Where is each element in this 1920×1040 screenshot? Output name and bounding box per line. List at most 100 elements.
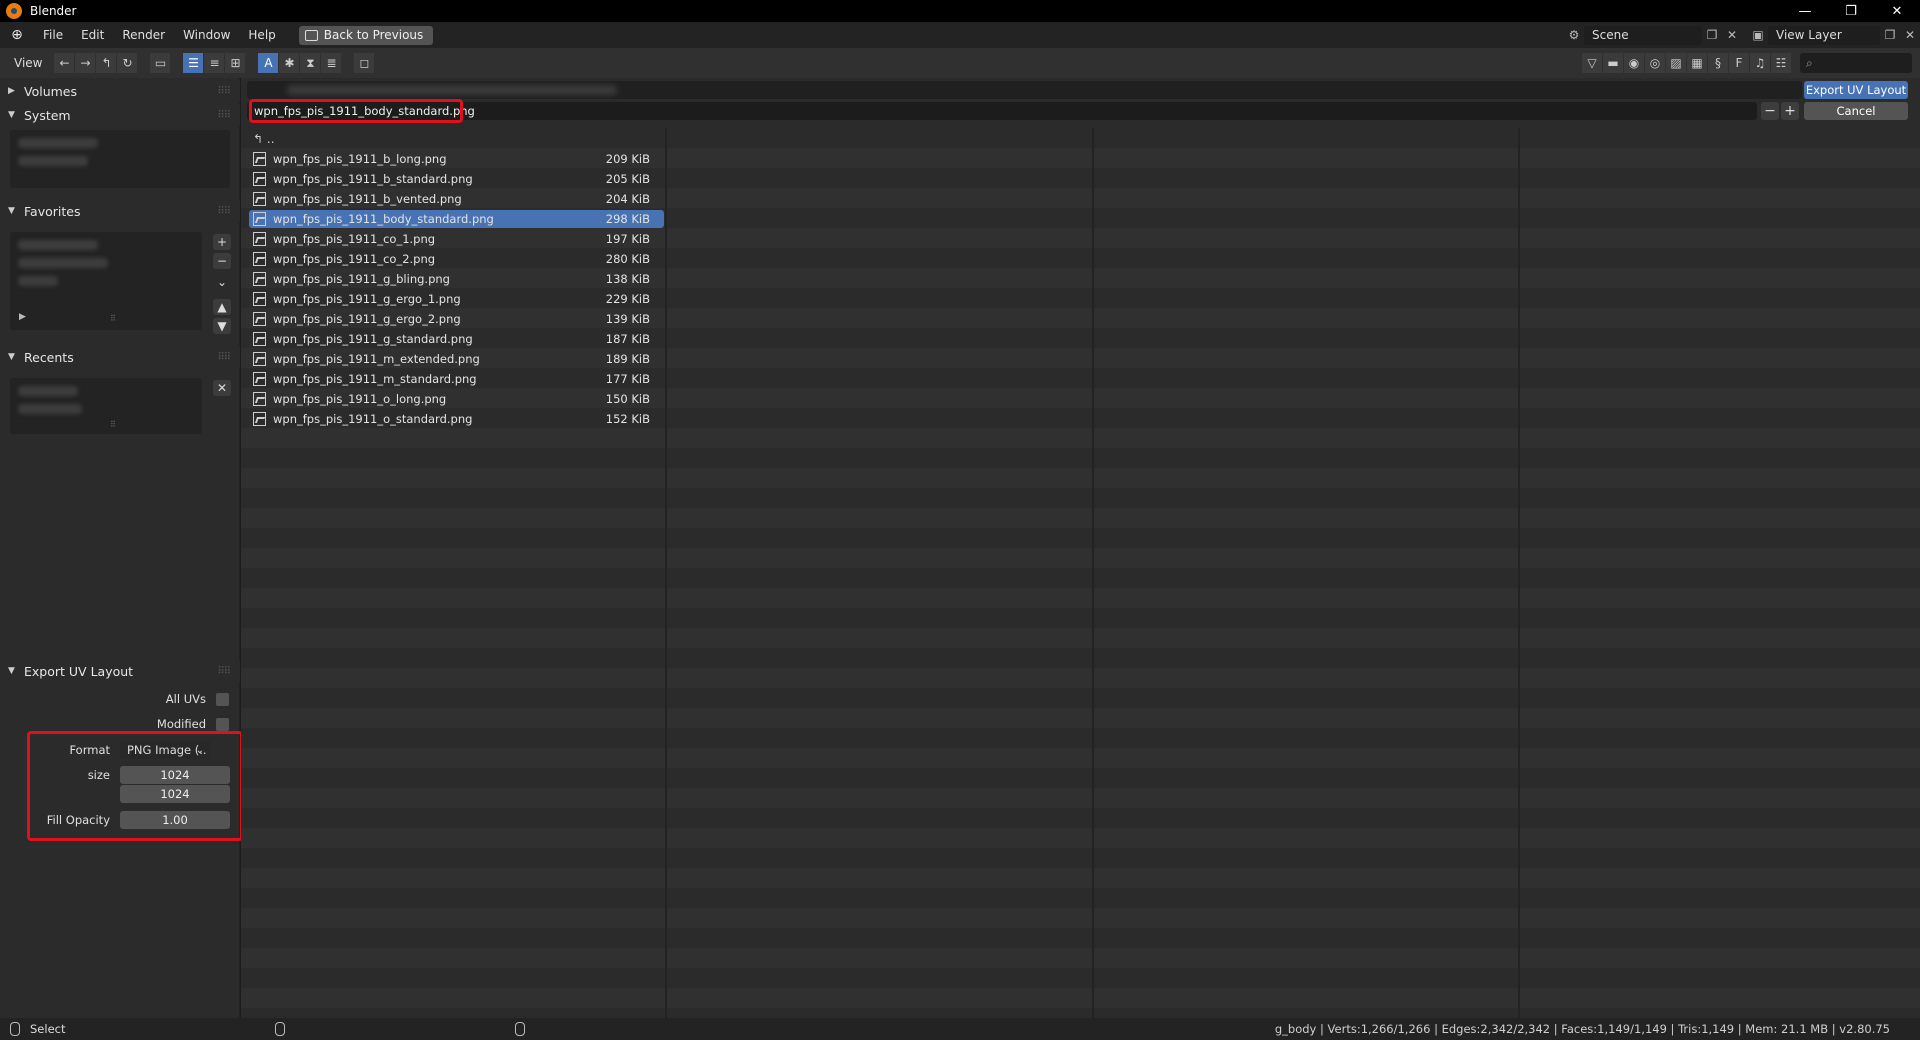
sort-alpha-icon[interactable]: A <box>258 53 279 73</box>
list-vertical-icon[interactable]: ☰ <box>183 53 204 73</box>
list-horizontal-icon[interactable]: ≡ <box>204 53 225 73</box>
recent-item[interactable] <box>18 404 82 414</box>
file-row[interactable]: wpn_fps_pis_1911_m_standard.png 177 KiB <box>249 370 664 388</box>
blender-menu-icon[interactable]: ⊕ <box>8 26 26 44</box>
menu-window[interactable]: Window <box>174 22 239 48</box>
parent-directory-row[interactable]: ↰ .. <box>253 132 275 146</box>
filter-movie-icon[interactable]: ▦ <box>1687 53 1707 73</box>
sort-time-icon[interactable]: ⧗ <box>300 53 321 73</box>
file-row[interactable]: wpn_fps_pis_1911_b_vented.png 204 KiB <box>249 190 664 208</box>
delete-scene-icon[interactable]: ✕ <box>1722 26 1742 45</box>
move-down-button[interactable]: ▼ <box>213 318 231 334</box>
all-uvs-checkbox[interactable] <box>216 692 229 706</box>
menu-file[interactable]: File <box>34 22 72 48</box>
recents-panel-header[interactable]: ▼ Recents ⠿⠿ <box>0 346 240 368</box>
file-row[interactable]: wpn_fps_pis_1911_co_1.png 197 KiB <box>249 230 664 248</box>
favorites-panel-header[interactable]: ▼ Favorites ⠿⠿ <box>0 200 240 222</box>
new-folder-icon[interactable]: ▭ <box>150 53 171 73</box>
favorite-item[interactable] <box>18 276 58 286</box>
favorites-title: Favorites <box>24 203 81 219</box>
file-row[interactable]: wpn_fps_pis_1911_o_standard.png 152 KiB <box>249 410 664 428</box>
add-favorite-button[interactable]: + <box>213 234 231 250</box>
refresh-icon[interactable]: ↻ <box>117 53 138 73</box>
directory-path-field[interactable] <box>247 81 1802 99</box>
file-browser-main: Export UV Layout wpn_fps_pis_1911_body_s… <box>241 78 1920 1018</box>
filter-folder-icon[interactable]: ▬ <box>1603 53 1623 73</box>
filter-blend-icon[interactable]: ◉ <box>1624 53 1644 73</box>
new-view-layer-icon[interactable]: ❐ <box>1880 26 1900 45</box>
resize-grip-icon[interactable]: ⠿ <box>110 420 116 429</box>
filter-sound-icon[interactable]: ♫ <box>1750 53 1770 73</box>
favorites-menu-icon[interactable]: ⌄ <box>213 274 231 290</box>
filter-font-icon[interactable]: F <box>1729 53 1749 73</box>
file-row[interactable]: wpn_fps_pis_1911_body_standard.png 298 Ki… <box>249 210 664 228</box>
expand-arrow-icon[interactable]: ▶ <box>19 312 26 322</box>
menu-render[interactable]: Render <box>113 22 174 48</box>
close-button[interactable]: ✕ <box>1874 0 1920 22</box>
scene-field[interactable]: Scene <box>1584 25 1702 45</box>
restore-button[interactable]: ❐ <box>1828 0 1874 22</box>
thumbnails-icon[interactable]: ⊞ <box>225 53 246 73</box>
filter-icon[interactable]: ▽ <box>1582 53 1602 73</box>
view-menu[interactable]: View <box>14 56 42 70</box>
drag-handle-icon[interactable]: ⠿⠿ <box>217 352 231 363</box>
delete-view-layer-icon[interactable]: ✕ <box>1900 26 1920 45</box>
filter-script-icon[interactable]: § <box>1708 53 1728 73</box>
modified-checkbox[interactable] <box>216 717 229 731</box>
filter-text-icon[interactable]: ☷ <box>1771 53 1791 73</box>
file-row[interactable]: wpn_fps_pis_1911_co_2.png 280 KiB <box>249 250 664 268</box>
file-row[interactable]: wpn_fps_pis_1911_g_ergo_2.png 139 KiB <box>249 310 664 328</box>
scene-selector-area: ⚙ Scene ❐ ✕ ▣ View Layer ❐ ✕ <box>1564 22 1920 48</box>
system-panel-header[interactable]: ▼ System ⠿⠿ <box>0 104 240 126</box>
parent-dir-icon[interactable]: ↰ <box>96 53 117 73</box>
filter-backup-icon[interactable]: ◎ <box>1645 53 1665 73</box>
drag-handle-icon[interactable]: ⠿⠿ <box>217 86 231 97</box>
back-to-previous-button[interactable]: Back to Previous <box>298 25 434 45</box>
clear-recents-button[interactable]: ✕ <box>213 380 231 396</box>
back-arrow-icon[interactable]: ← <box>54 53 75 73</box>
new-scene-icon[interactable]: ❐ <box>1702 26 1722 45</box>
minimize-button[interactable]: — <box>1782 0 1828 22</box>
drag-handle-icon[interactable]: ⠿⠿ <box>217 110 231 121</box>
view-layer-field[interactable]: View Layer <box>1768 25 1880 45</box>
recent-item[interactable] <box>18 386 78 396</box>
file-row[interactable]: wpn_fps_pis_1911_b_long.png 209 KiB <box>249 150 664 168</box>
favorite-item[interactable] <box>18 258 108 268</box>
decrement-filename-button[interactable]: − <box>1761 102 1779 120</box>
favorites-list[interactable]: ▶ ⠿ <box>10 232 202 330</box>
system-item[interactable] <box>18 156 88 166</box>
menu-help[interactable]: Help <box>239 22 284 48</box>
file-row[interactable]: wpn_fps_pis_1911_g_bling.png 138 KiB <box>249 270 664 288</box>
sort-extension-icon[interactable]: ✱ <box>279 53 300 73</box>
menu-edit[interactable]: Edit <box>72 22 113 48</box>
increment-filename-button[interactable]: + <box>1781 102 1799 120</box>
file-row[interactable]: wpn_fps_pis_1911_b_standard.png 205 KiB <box>249 170 664 188</box>
search-input[interactable]: ⌕ <box>1800 53 1912 73</box>
search-icon: ⌕ <box>1806 55 1813 70</box>
export-uv-panel-header[interactable]: ▼ Export UV Layout ⠿⠿ <box>0 660 240 682</box>
drag-handle-icon[interactable]: ⠿⠿ <box>217 666 231 677</box>
file-row[interactable]: wpn_fps_pis_1911_o_long.png 150 KiB <box>249 390 664 408</box>
recents-list[interactable]: ⠿ <box>10 378 202 434</box>
cancel-button[interactable]: Cancel <box>1804 102 1908 120</box>
show-hidden-icon[interactable]: ◻ <box>354 53 375 73</box>
file-row[interactable]: wpn_fps_pis_1911_g_ergo_1.png 229 KiB <box>249 290 664 308</box>
forward-arrow-icon[interactable]: → <box>75 53 96 73</box>
filter-image-icon[interactable]: ▨ <box>1666 53 1686 73</box>
file-row[interactable]: wpn_fps_pis_1911_m_extended.png 189 KiB <box>249 350 664 368</box>
resize-grip-icon[interactable]: ⠿ <box>110 314 116 323</box>
display-mode-buttons: ☰ ≡ ⊞ <box>183 53 246 73</box>
filename-input[interactable]: wpn_fps_pis_1911_body_standard.png <box>247 102 1757 120</box>
remove-favorite-button[interactable]: − <box>213 253 231 269</box>
volumes-panel-header[interactable]: ▶ Volumes ⠿⠿ <box>0 80 240 102</box>
file-row[interactable]: wpn_fps_pis_1911_g_standard.png 187 KiB <box>249 330 664 348</box>
view-layer-icon[interactable]: ▣ <box>1748 26 1768 45</box>
export-uv-layout-button[interactable]: Export UV Layout <box>1804 81 1908 99</box>
system-item[interactable] <box>18 138 98 148</box>
drag-handle-icon[interactable]: ⠿⠿ <box>217 206 231 217</box>
system-list[interactable] <box>10 130 230 188</box>
scene-type-icon[interactable]: ⚙ <box>1564 26 1584 45</box>
favorite-item[interactable] <box>18 240 98 250</box>
move-up-button[interactable]: ▲ <box>213 299 231 315</box>
sort-size-icon[interactable]: ≣ <box>321 53 342 73</box>
